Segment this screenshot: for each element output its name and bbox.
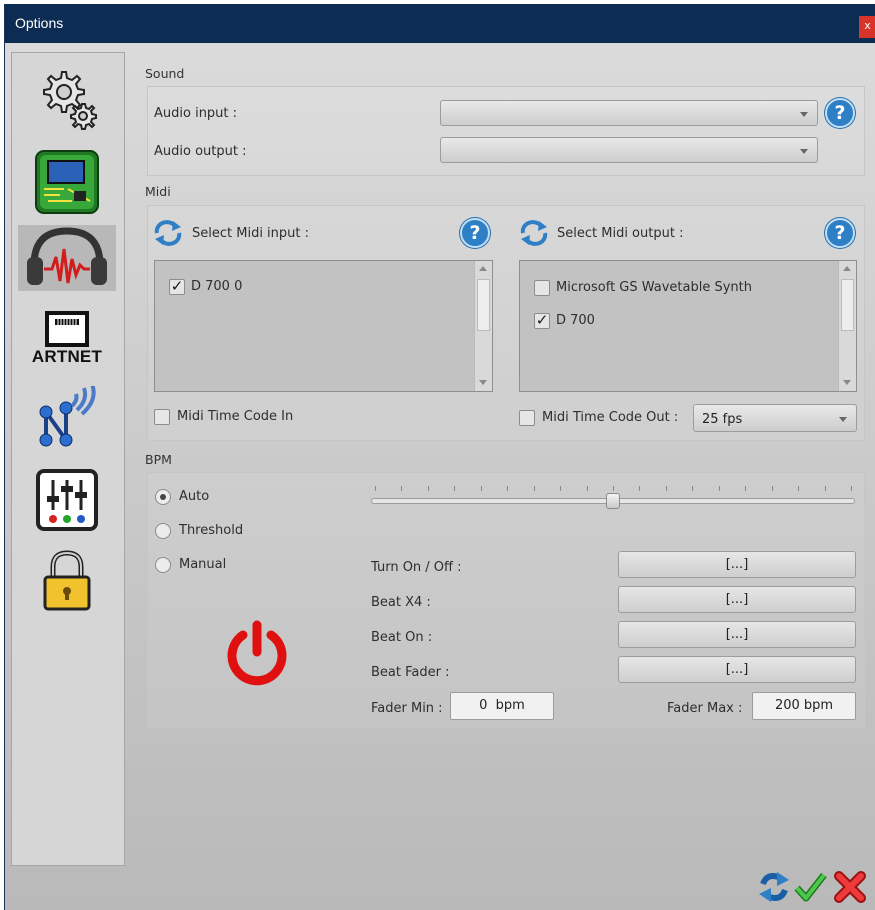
slider-tick — [692, 486, 694, 491]
midi-output-label: Select Midi output : — [557, 226, 684, 241]
slider-tick — [639, 486, 641, 491]
ethernet-port-icon — [45, 311, 89, 347]
fader-min-label: Fader Min : — [371, 701, 443, 716]
slider-tick — [507, 486, 509, 491]
chevron-down-icon — [800, 149, 808, 154]
bpm-mode-manual-radio[interactable] — [155, 557, 171, 573]
slider-tick — [560, 486, 562, 491]
midi-output-list[interactable]: Microsoft GS Wavetable Synth ✓ D 700 — [519, 260, 857, 392]
turn-on-off-label: Turn On / Off : — [371, 560, 462, 575]
slider-tick — [665, 486, 667, 491]
beat-x4-label: Beat X4 : — [371, 595, 431, 610]
sound-group-label: Sound — [145, 66, 185, 81]
circuit-board-icon — [35, 150, 99, 214]
slider-tick — [745, 486, 747, 491]
slider-tick — [401, 486, 403, 491]
artnet-label: ARTNET — [31, 347, 103, 366]
window-title: Options — [15, 15, 64, 31]
slider-tick — [851, 486, 852, 491]
slider-tick — [613, 486, 614, 491]
fader-max-label: Fader Max : — [667, 701, 743, 716]
slider-tick — [454, 486, 456, 491]
ok-button[interactable] — [793, 870, 827, 904]
sidebar-item-network[interactable] — [18, 383, 116, 453]
refresh-midi-output-icon[interactable] — [519, 220, 549, 246]
audio-output-label: Audio output : — [154, 144, 247, 159]
slider-tick — [480, 486, 482, 491]
beat-on-button[interactable]: [...] — [618, 621, 856, 648]
beat-x4-button[interactable]: [...] — [618, 586, 856, 613]
bpm-mode-auto-label: Auto — [179, 489, 210, 504]
fader-min-input[interactable]: 0 bpm — [450, 692, 554, 720]
bpm-mode-threshold-label: Threshold — [179, 523, 244, 538]
sidebar-item-mixer[interactable] — [18, 465, 116, 535]
slider-tick — [533, 486, 535, 491]
scrollbar[interactable] — [838, 261, 856, 391]
fps-select[interactable]: 25 fps — [693, 404, 857, 432]
sidebar-item-hardware[interactable] — [18, 143, 116, 221]
slider-tick — [586, 486, 588, 491]
threshold-slider-thumb[interactable] — [606, 493, 620, 509]
headphones-icon — [27, 227, 107, 285]
beat-fader-button[interactable]: [...] — [618, 656, 856, 683]
midi-timecode-out-checkbox[interactable] — [519, 410, 535, 426]
bpm-group-label: BPM — [145, 452, 172, 467]
sidebar-item-security[interactable] — [18, 547, 116, 615]
sidebar-item-sound[interactable] — [18, 225, 116, 291]
beat-on-label: Beat On : — [371, 630, 433, 645]
options-window: Options x ARTNET Sound Audio input: ? A… — [4, 4, 875, 910]
midi-output-checkbox[interactable] — [534, 280, 550, 296]
refresh-midi-input-icon[interactable] — [153, 220, 183, 246]
midi-input-list[interactable]: ✓ D 700 0 — [154, 260, 493, 392]
gears-icon — [43, 71, 97, 130]
midi-timecode-in-label: Midi Time Code In — [177, 409, 294, 424]
audio-help-icon[interactable]: ? — [825, 98, 855, 128]
sidebar-item-general-settings[interactable] — [18, 59, 116, 139]
turn-on-off-button[interactable]: [...] — [618, 551, 856, 578]
midi-input-label: Select Midi input : — [192, 226, 310, 241]
reset-button[interactable] — [757, 870, 791, 904]
fader-max-input[interactable]: 200 bpm — [752, 692, 856, 720]
midi-output-help-icon[interactable]: ? — [825, 218, 855, 248]
midi-input-checkbox[interactable]: ✓ — [169, 279, 185, 295]
slider-tick — [718, 486, 720, 491]
slider-tick — [824, 486, 826, 491]
slider-tick — [771, 486, 773, 491]
audio-input-select[interactable] — [440, 100, 818, 126]
bpm-mode-threshold-radio[interactable] — [155, 523, 171, 539]
midi-timecode-in-checkbox[interactable] — [154, 409, 170, 425]
cancel-button[interactable] — [833, 870, 867, 904]
audio-output-select[interactable] — [440, 137, 818, 163]
sidebar-item-artnet[interactable]: ARTNET — [18, 303, 116, 375]
slider-tick — [375, 486, 376, 491]
beat-fader-label: Beat Fader : — [371, 665, 450, 680]
audio-input-label: Audio input : — [154, 106, 238, 121]
network-wireless-icon — [39, 386, 96, 447]
sidebar: ARTNET — [11, 52, 125, 866]
chevron-down-icon — [800, 112, 808, 117]
chevron-down-icon — [839, 417, 847, 422]
mixer-sliders-icon — [36, 469, 98, 531]
midi-timecode-out-label: Midi Time Code Out : — [542, 410, 679, 425]
padlock-icon — [43, 550, 91, 611]
title-bar: Options x — [5, 4, 875, 43]
midi-output-checkbox[interactable]: ✓ — [534, 313, 550, 329]
bpm-mode-manual-label: Manual — [179, 557, 227, 572]
power-icon[interactable] — [224, 620, 290, 688]
midi-group-label: Midi — [145, 184, 171, 199]
slider-tick — [427, 486, 429, 491]
midi-input-help-icon[interactable]: ? — [460, 218, 490, 248]
scrollbar[interactable] — [474, 261, 492, 391]
bpm-mode-auto-radio[interactable] — [155, 489, 171, 505]
close-button[interactable]: x — [859, 16, 875, 38]
slider-tick — [798, 486, 800, 491]
